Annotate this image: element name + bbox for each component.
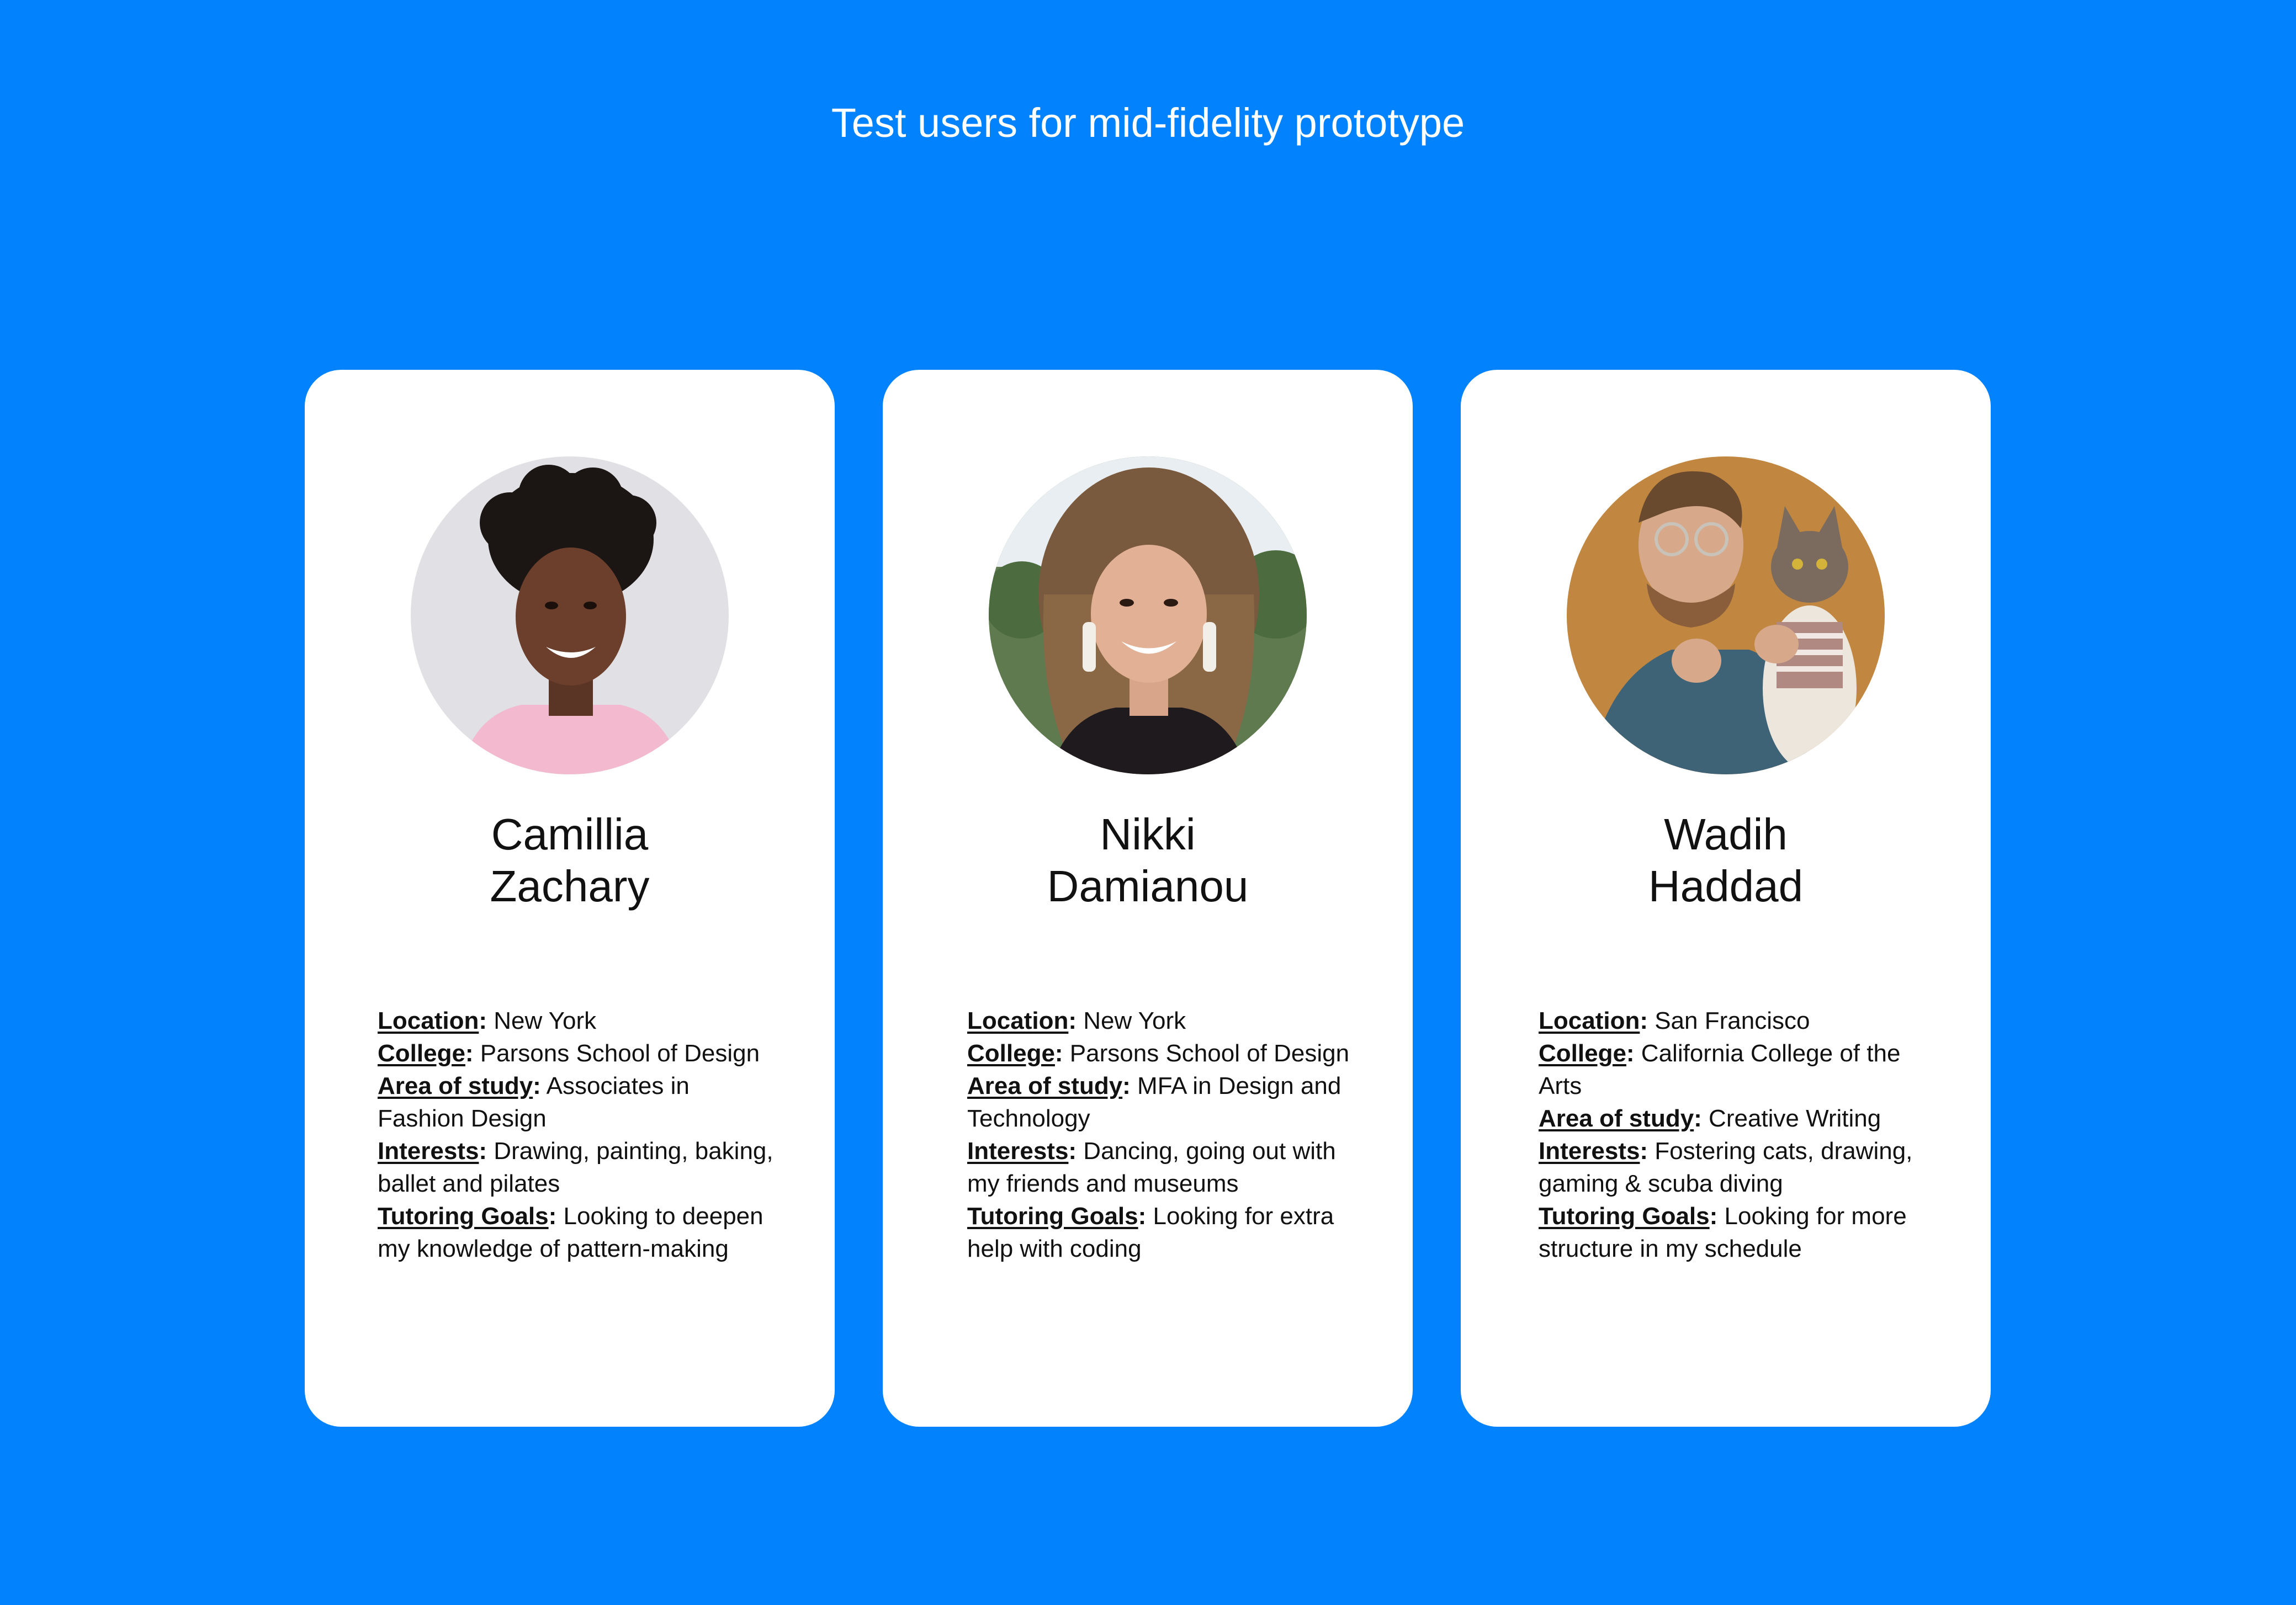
first-name: Nikki bbox=[1100, 810, 1196, 859]
user-details: Location: New York College: Parsons Scho… bbox=[967, 1005, 1365, 1265]
user-card-wadih-haddad: Wadih Haddad Location: San Francisco Col… bbox=[1461, 370, 1991, 1427]
detail-location: Location: New York bbox=[967, 1007, 1186, 1034]
detail-area-of-study: Area of study: Associates in Fashion Des… bbox=[378, 1072, 690, 1132]
detail-area-of-study: Area of study: MFA in Design and Technol… bbox=[967, 1072, 1341, 1132]
last-name: Haddad bbox=[1648, 862, 1804, 911]
profile-photo bbox=[1567, 456, 1885, 774]
page-title: Test users for mid-fidelity prototype bbox=[831, 100, 1465, 146]
detail-interests: Interests: Dancing, going out with my fr… bbox=[967, 1138, 1336, 1197]
detail-college: College: California College of the Arts bbox=[1539, 1040, 1901, 1099]
user-details: Location: San Francisco College: Califor… bbox=[1539, 1005, 1936, 1265]
user-name: Nikki Damianou bbox=[883, 809, 1413, 912]
detail-location: Location: San Francisco bbox=[1539, 1007, 1810, 1034]
detail-college: College: Parsons School of Design bbox=[967, 1040, 1350, 1067]
avatar bbox=[411, 456, 729, 774]
avatar bbox=[1567, 456, 1885, 774]
user-card-camillia-zachary: Camillia Zachary Location: New York Coll… bbox=[305, 370, 835, 1427]
user-name: Wadih Haddad bbox=[1461, 809, 1991, 912]
user-name: Camillia Zachary bbox=[305, 809, 835, 912]
last-name: Zachary bbox=[490, 862, 650, 911]
detail-interests: Interests: Fostering cats, drawing, gami… bbox=[1539, 1138, 1913, 1197]
detail-tutoring-goals: Tutoring Goals: Looking to deepen my kno… bbox=[378, 1203, 763, 1262]
detail-college: College: Parsons School of Design bbox=[378, 1040, 760, 1067]
detail-area-of-study: Area of study: Creative Writing bbox=[1539, 1105, 1881, 1132]
profile-photo bbox=[989, 456, 1307, 774]
first-name: Wadih bbox=[1664, 810, 1788, 859]
user-card-nikki-damianou: Nikki Damianou Location: New York Colleg… bbox=[883, 370, 1413, 1427]
detail-tutoring-goals: Tutoring Goals: Looking for more structu… bbox=[1539, 1203, 1907, 1262]
profile-photo bbox=[411, 456, 729, 774]
detail-location: Location: New York bbox=[378, 1007, 597, 1034]
detail-interests: Interests: Drawing, painting, baking, ba… bbox=[378, 1138, 773, 1197]
user-details: Location: New York College: Parsons Scho… bbox=[378, 1005, 775, 1265]
detail-tutoring-goals: Tutoring Goals: Looking for extra help w… bbox=[967, 1203, 1334, 1262]
last-name: Damianou bbox=[1047, 862, 1249, 911]
first-name: Camillia bbox=[491, 810, 649, 859]
avatar bbox=[989, 456, 1307, 774]
